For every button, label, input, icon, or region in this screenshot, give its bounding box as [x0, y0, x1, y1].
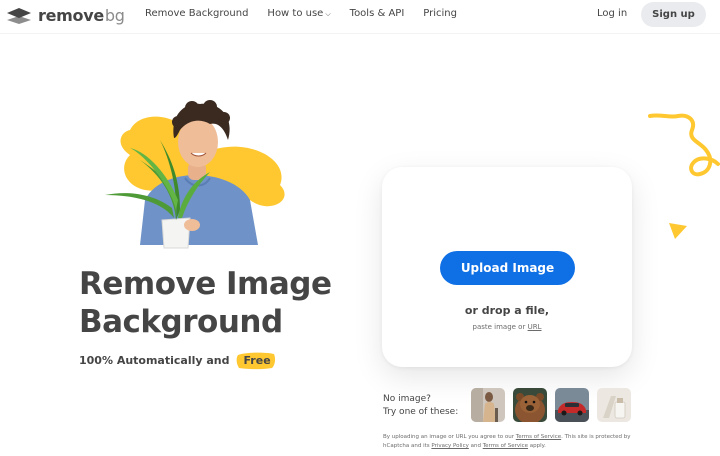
logo-layers-icon [7, 7, 31, 24]
sample-image-bear[interactable] [513, 388, 547, 422]
paste-hint-text: paste image or [472, 323, 526, 331]
nav-link-how-to-use-label: How to use [267, 8, 324, 19]
paste-hint: paste image or URL [382, 323, 632, 331]
drop-file-text: or drop a file, [464, 304, 550, 317]
hero-subtitle: 100% Automatically and Free [79, 352, 279, 370]
samples-label-line-2: Try one of these: [383, 407, 459, 417]
chevron-down-icon: ⌵ [325, 10, 331, 18]
decorative-triangle [669, 223, 687, 239]
hero-title-line-1: Remove Image [79, 266, 332, 302]
terms-of-service-link[interactable]: Terms of Service [516, 434, 561, 440]
logo[interactable]: removebg [6, 6, 125, 25]
hero-title: Remove Image Background [79, 265, 379, 341]
login-link[interactable]: Log in [597, 8, 627, 19]
upload-image-button[interactable]: Upload Image [440, 251, 575, 285]
privacy-policy-link[interactable]: Privacy Policy [431, 443, 468, 449]
hcaptcha-terms-link[interactable]: Terms of Service [483, 443, 528, 449]
legal-text-3: and [470, 443, 481, 449]
hero-title-line-2: Background [79, 304, 283, 340]
signup-button[interactable]: Sign up [641, 2, 706, 27]
nav-divider [0, 33, 720, 34]
samples-label: No image? Try one of these: [383, 393, 458, 419]
free-badge: Free [236, 352, 279, 370]
hero-illustration [105, 100, 285, 249]
free-badge-label: Free [243, 354, 271, 367]
nav-link-remove-background[interactable]: Remove Background [145, 8, 248, 19]
top-navigation: removebg Remove Background How to use ⌵ T… [0, 0, 720, 30]
url-link[interactable]: URL [528, 323, 542, 331]
logo-text: removebg [38, 6, 125, 25]
legal-notice: By uploading an image or URL you agree t… [383, 433, 643, 451]
hero-subtitle-text: 100% Automatically and [79, 354, 230, 367]
samples-label-line-1: No image? [383, 394, 431, 404]
nav-link-tools-api[interactable]: Tools & API [350, 8, 405, 19]
sample-image-product[interactable] [597, 388, 631, 422]
decorative-squiggle [648, 113, 720, 177]
sample-image-woman[interactable] [471, 388, 505, 422]
upload-card[interactable]: Upload Image or drop a file, paste image… [382, 167, 632, 367]
nav-link-how-to-use[interactable]: How to use ⌵ [267, 8, 330, 19]
sample-image-car[interactable] [555, 388, 589, 422]
legal-text-4: apply. [529, 443, 546, 449]
nav-links: Remove Background How to use ⌵ Tools & AP… [145, 8, 476, 19]
legal-text-1: By uploading an image or URL you agree t… [383, 434, 515, 440]
nav-link-pricing[interactable]: Pricing [423, 8, 457, 19]
